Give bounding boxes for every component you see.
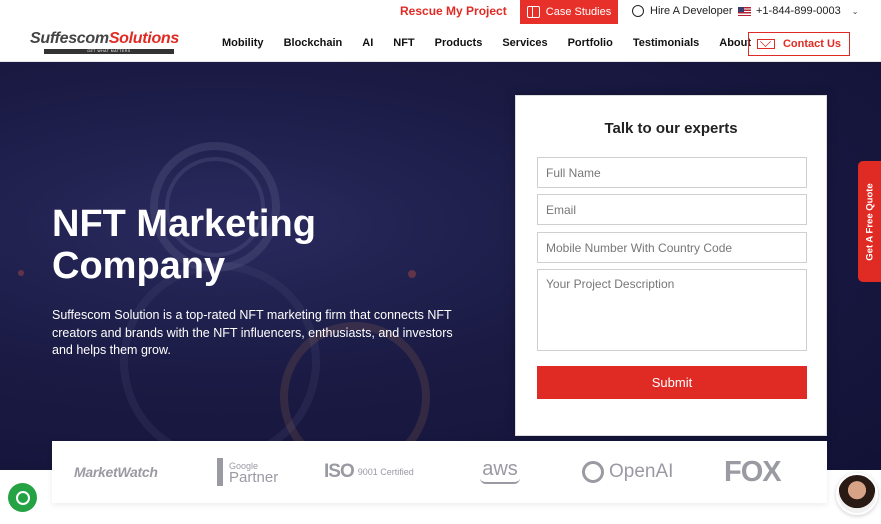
aws-logo: aws (480, 441, 520, 503)
nav-item-ai[interactable]: AI (362, 37, 373, 49)
nav-item-portfolio[interactable]: Portfolio (568, 37, 613, 49)
chat-agent-avatar[interactable] (836, 473, 878, 515)
phone-selector[interactable]: +1-844-899-0003 ⌄ (738, 5, 858, 17)
partner-logos-strip: MarketWatch Google Partner ISO 9001 Certi… (52, 441, 827, 503)
logo-accent-text: Solutions (108, 30, 179, 47)
openai-text: OpenAI (609, 461, 674, 482)
openai-logo: OpenAI (582, 441, 673, 503)
rescue-project-link[interactable]: Rescue My Project (400, 4, 507, 18)
google-partner-bar-icon (217, 458, 223, 486)
iso-sub-text: 9001 Certified (357, 467, 414, 477)
openai-knot-icon (582, 461, 604, 483)
nav-item-services[interactable]: Services (502, 37, 547, 49)
hire-developer-link[interactable]: Hire A Developer (632, 5, 733, 17)
full-name-input[interactable] (537, 157, 807, 188)
top-bar: Rescue My Project Case Studies Hire A De… (0, 0, 881, 24)
user-search-icon (632, 5, 644, 17)
whatsapp-icon (15, 490, 30, 505)
fox-logo: FOX (724, 455, 782, 488)
main-navigation: SuffescomSolutions GET WHAT MATTERS Mobi… (0, 24, 881, 62)
contact-us-label: Contact Us (782, 38, 842, 50)
case-studies-label: Case Studies (545, 6, 612, 18)
company-logo[interactable]: SuffescomSolutions GET WHAT MATTERS (30, 30, 179, 56)
case-studies-button[interactable]: Case Studies (520, 0, 618, 24)
phone-number: +1-844-899-0003 (756, 5, 841, 17)
nav-item-nft[interactable]: NFT (393, 37, 414, 49)
hire-developer-label: Hire A Developer (650, 5, 733, 17)
nav-item-about[interactable]: About (719, 37, 751, 49)
chevron-down-icon: ⌄ (851, 6, 859, 16)
nav-item-mobility[interactable]: Mobility (222, 37, 264, 49)
email-input[interactable] (537, 194, 807, 225)
whatsapp-button[interactable] (8, 483, 37, 512)
envelope-icon (756, 39, 775, 49)
marketwatch-logo: MarketWatch (74, 464, 158, 480)
aws-smile-icon (480, 478, 520, 484)
form-title: Talk to our experts (604, 120, 738, 137)
logo-tagline: GET WHAT MATTERS (44, 49, 174, 54)
contact-us-button[interactable]: Contact Us (748, 32, 850, 56)
page: Rescue My Project Case Studies Hire A De… (0, 0, 881, 524)
iso-text: ISO (324, 461, 355, 482)
nav-item-products[interactable]: Products (435, 37, 483, 49)
free-quote-label: Get A Free Quote (864, 182, 875, 261)
free-quote-tab[interactable]: Get A Free Quote (858, 161, 881, 282)
background-dot (18, 270, 24, 276)
hero-description: Suffescom Solution is a top-rated NFT ma… (52, 308, 453, 357)
us-flag-icon (738, 6, 751, 16)
google-partner-logo: Google Partner (217, 441, 278, 503)
google-partner-big-text: Partner (229, 469, 279, 486)
page-title: NFT Marketing Company (52, 203, 316, 287)
project-description-textarea[interactable] (537, 269, 807, 351)
contact-form: Talk to our experts Submit (515, 95, 827, 436)
iso-certified-logo: ISO 9001 Certified (324, 441, 414, 503)
submit-button[interactable]: Submit (537, 366, 807, 399)
aws-text: aws (482, 458, 518, 480)
nav-item-testimonials[interactable]: Testimonials (633, 37, 699, 49)
gift-icon (526, 6, 540, 18)
logo-text: Suffescom (30, 30, 109, 47)
mobile-number-input[interactable] (537, 232, 807, 263)
nav-item-blockchain[interactable]: Blockchain (284, 37, 343, 49)
nav-menu: Mobility Blockchain AI NFT Products Serv… (222, 24, 771, 62)
